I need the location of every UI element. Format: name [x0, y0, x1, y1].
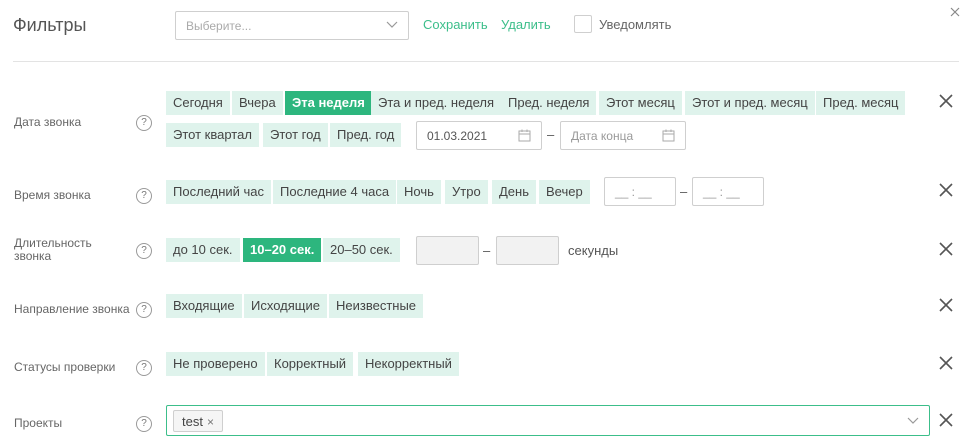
project-tag-label: test — [182, 414, 203, 429]
check-status-label: Статусы проверки — [14, 360, 116, 374]
status-option-correct[interactable]: Корректный — [267, 352, 354, 376]
date-range-separator: – — [547, 127, 555, 142]
date-preset-yesterday[interactable]: Вчера — [232, 91, 283, 115]
call-time-label: Время звонка — [14, 188, 91, 202]
projects-multiselect[interactable]: test × — [166, 405, 930, 436]
duration-to-input[interactable] — [496, 236, 559, 265]
time-preset-morning[interactable]: Утро — [445, 180, 488, 204]
direction-option-outgoing[interactable]: Исходящие — [244, 294, 327, 318]
delete-button[interactable]: Удалить — [501, 17, 551, 32]
save-button[interactable]: Сохранить — [423, 17, 488, 32]
date-start-input[interactable]: 01.03.2021 — [416, 121, 542, 150]
date-preset-this-week[interactable]: Эта неделя — [285, 91, 372, 115]
status-option-incorrect[interactable]: Некорректный — [358, 352, 459, 376]
direction-option-incoming[interactable]: Входящие — [166, 294, 242, 318]
time-preset-night[interactable]: Ночь — [397, 180, 441, 204]
notify-label: Уведомлять — [599, 17, 672, 32]
call-time-help-icon[interactable]: ? — [136, 188, 152, 204]
page-title: Фильтры — [13, 15, 87, 35]
calendar-icon — [662, 129, 675, 142]
time-to-placeholder: __ : __ — [703, 185, 740, 199]
date-end-placeholder: Дата конца — [571, 129, 634, 143]
project-tag: test × — [173, 410, 223, 432]
date-preset-this-year[interactable]: Этот год — [263, 123, 328, 147]
chevron-down-icon[interactable] — [907, 416, 919, 426]
date-preset-this-quarter[interactable]: Этот квартал — [166, 123, 259, 147]
header-divider — [13, 61, 959, 62]
notify-checkbox[interactable] — [574, 15, 592, 33]
time-preset-last-hour[interactable]: Последний час — [166, 180, 272, 204]
call-date-help-icon[interactable]: ? — [136, 115, 152, 131]
projects-help-icon[interactable]: ? — [136, 416, 152, 432]
date-preset-this-month[interactable]: Этот месяц — [599, 91, 682, 115]
call-direction-help-icon[interactable]: ? — [136, 302, 152, 318]
duration-range-separator: – — [483, 243, 491, 258]
duration-preset-10-20[interactable]: 10–20 сек. — [243, 238, 322, 262]
time-preset-last-4-hours[interactable]: Последние 4 часа — [273, 180, 397, 204]
time-preset-evening[interactable]: Вечер — [539, 180, 590, 204]
duration-from-input[interactable] — [416, 236, 479, 265]
date-preset-prev-week[interactable]: Пред. неделя — [501, 91, 597, 115]
call-direction-label: Направление звонка — [14, 302, 130, 316]
call-duration-help-icon[interactable]: ? — [136, 243, 152, 259]
remove-projects-filter-close-icon[interactable] — [939, 413, 953, 427]
duration-units-label: секунды — [568, 243, 619, 258]
date-preset-today[interactable]: Сегодня — [166, 91, 230, 115]
call-date-label: Дата звонка — [14, 115, 82, 129]
duration-preset-under-10[interactable]: до 10 сек. — [166, 238, 240, 262]
remove-tag-close-icon[interactable]: × — [207, 415, 214, 429]
time-to-input[interactable]: __ : __ — [692, 177, 764, 206]
time-from-placeholder: __ : __ — [615, 185, 652, 199]
chevron-down-icon — [386, 21, 398, 28]
status-option-unchecked[interactable]: Не проверено — [166, 352, 265, 376]
calendar-icon — [518, 129, 531, 142]
date-start-value: 01.03.2021 — [427, 129, 488, 143]
projects-label: Проекты — [14, 416, 63, 430]
date-preset-this-and-prev-month[interactable]: Этот и пред. месяц — [685, 91, 815, 115]
date-end-input[interactable]: Дата конца — [560, 121, 686, 150]
duration-preset-20-50[interactable]: 20–50 сек. — [323, 238, 400, 262]
call-duration-label: Длительность звонка — [14, 237, 92, 263]
date-preset-prev-year[interactable]: Пред. год — [330, 123, 402, 147]
time-range-separator: – — [680, 184, 688, 199]
remove-call-time-filter-close-icon[interactable] — [939, 183, 953, 197]
date-preset-prev-month[interactable]: Пред. месяц — [816, 91, 906, 115]
date-preset-this-and-prev-week[interactable]: Эта и пред. неделя — [371, 91, 502, 115]
saved-filter-select[interactable]: Выберите... — [175, 11, 409, 40]
call-duration-label-line1: Длительность — [14, 236, 92, 250]
time-from-input[interactable]: __ : __ — [604, 177, 676, 206]
remove-call-direction-filter-close-icon[interactable] — [939, 298, 953, 312]
remove-call-duration-filter-close-icon[interactable] — [939, 242, 953, 256]
remove-check-status-filter-close-icon[interactable] — [939, 356, 953, 370]
close-icon[interactable] — [950, 7, 960, 17]
time-preset-day[interactable]: День — [492, 180, 536, 204]
check-status-help-icon[interactable]: ? — [136, 360, 152, 376]
saved-filter-placeholder: Выберите... — [186, 19, 252, 33]
direction-option-unknown[interactable]: Неизвестные — [329, 294, 424, 318]
remove-call-date-filter-close-icon[interactable] — [939, 94, 953, 108]
call-duration-label-line2: звонка — [14, 249, 52, 263]
